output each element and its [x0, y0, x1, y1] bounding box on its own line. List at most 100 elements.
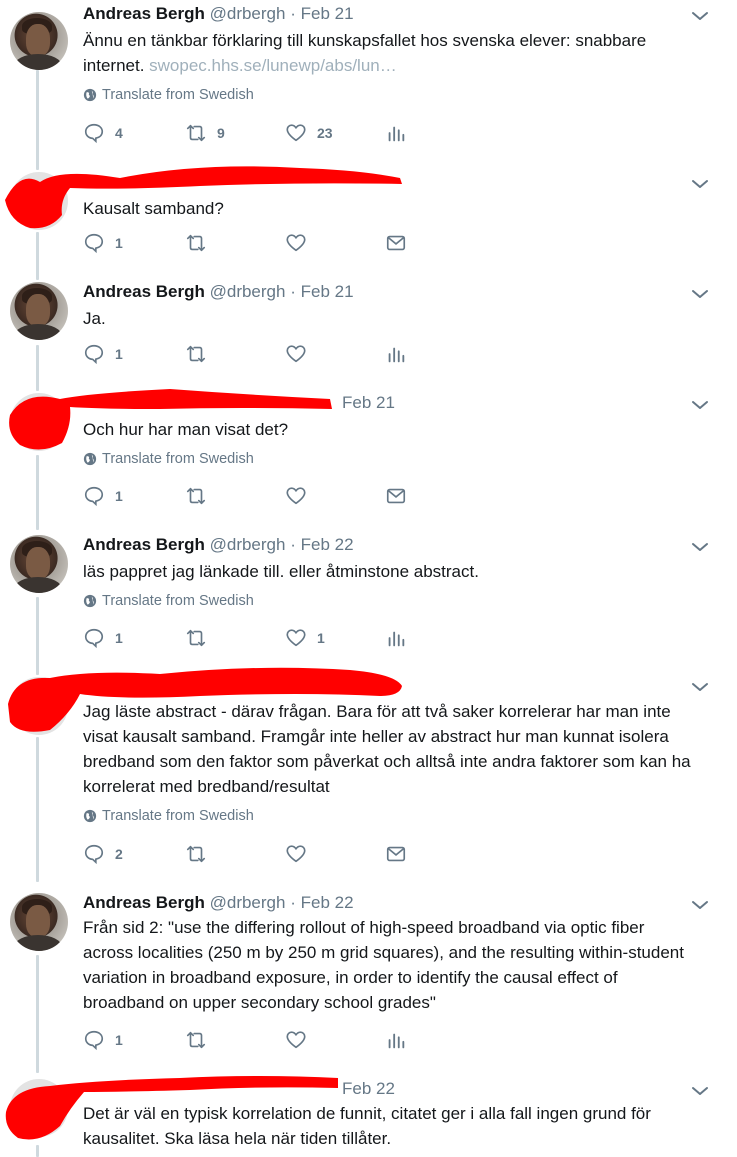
tweet-date[interactable]: Feb 22: [301, 893, 354, 912]
avatar[interactable]: [10, 893, 68, 951]
reply-count: 4: [115, 125, 123, 141]
like-button[interactable]: 1: [285, 627, 325, 649]
reply-button[interactable]: 1: [83, 485, 123, 507]
retweet-icon: [186, 487, 206, 505]
chevron-down-icon[interactable]: [690, 537, 710, 557]
retweet-button[interactable]: [185, 232, 207, 254]
reply-button[interactable]: 4: [83, 122, 123, 144]
direct-message-button[interactable]: [385, 843, 407, 865]
translate-link[interactable]: Translate from Swedish: [83, 451, 254, 467]
separator-dot: ·: [290, 535, 296, 554]
avatar[interactable]: [10, 535, 68, 593]
user-handle[interactable]: @drbergh: [210, 893, 286, 912]
retweet-icon: [186, 124, 206, 142]
heart-icon: [286, 234, 306, 252]
retweet-button[interactable]: [185, 843, 207, 865]
conversation-thread: Andreas Bergh @drbergh · Feb 21 Ännu en …: [0, 0, 737, 1157]
heart-icon: [286, 845, 306, 863]
like-button[interactable]: 23: [285, 122, 333, 144]
display-name[interactable]: Andreas Bergh: [83, 893, 205, 912]
retweet-button[interactable]: [185, 485, 207, 507]
chevron-down-icon[interactable]: [690, 1081, 710, 1101]
reply-button[interactable]: 2: [83, 843, 123, 865]
thread-connector: [36, 345, 39, 391]
envelope-icon: [386, 846, 406, 862]
retweet-icon: [186, 845, 206, 863]
translate-link[interactable]: Translate from Swedish: [83, 87, 254, 103]
user-handle[interactable]: @drbergh: [210, 4, 286, 23]
globe-icon: [83, 452, 97, 466]
tweet-date[interactable]: Feb 21: [301, 4, 354, 23]
like-button[interactable]: [285, 485, 307, 507]
analytics-button[interactable]: [385, 343, 407, 365]
direct-message-button[interactable]: [385, 232, 407, 254]
reply-icon: [84, 233, 104, 254]
tweet-date[interactable]: Feb 21: [301, 282, 354, 301]
tweet-header: Andreas Bergh @drbergh · Feb 22: [83, 535, 354, 555]
tweet-link[interactable]: swopec.hhs.se/lunewp/abs/lun…: [149, 56, 397, 75]
user-handle[interactable]: @drbergh: [210, 282, 286, 301]
display-name[interactable]: Andreas Bergh: [83, 4, 205, 23]
tweet-text: Det är väl en typisk korrelation de funn…: [83, 1104, 651, 1148]
reply-button[interactable]: 1: [83, 232, 123, 254]
like-button[interactable]: [285, 232, 307, 254]
display-name[interactable]: Andreas Bergh: [83, 282, 205, 301]
like-button[interactable]: [285, 343, 307, 365]
tweet-header: Andreas Bergh @drbergh · Feb 22: [83, 893, 354, 913]
retweet-button[interactable]: [185, 627, 207, 649]
avatar[interactable]: [10, 282, 68, 340]
analytics-button[interactable]: [385, 1029, 407, 1051]
tweet-date[interactable]: Feb 22: [342, 1079, 395, 1098]
envelope-icon: [386, 235, 406, 251]
tweet-header: Andreas Bergh @drbergh · Feb 21: [83, 4, 354, 24]
translate-link[interactable]: Translate from Swedish: [83, 808, 254, 824]
thread-connector: [36, 737, 39, 882]
display-name[interactable]: Andreas Bergh: [83, 535, 205, 554]
reply-icon: [84, 628, 104, 649]
avatar[interactable]: [10, 12, 68, 70]
avatar[interactable]: [10, 393, 68, 451]
retweet-button[interactable]: [185, 343, 207, 365]
tweet-actions: 1: [83, 232, 413, 258]
chevron-down-icon[interactable]: [690, 395, 710, 415]
analytics-icon: [388, 631, 405, 647]
reply-count: 1: [115, 488, 123, 504]
heart-icon: [286, 345, 306, 363]
chevron-down-icon[interactable]: [690, 6, 710, 26]
reply-button[interactable]: 1: [83, 343, 123, 365]
chevron-down-icon[interactable]: [690, 174, 710, 194]
chevron-down-icon[interactable]: [690, 677, 710, 697]
heart-icon: [286, 487, 306, 505]
chevron-down-icon[interactable]: [690, 895, 710, 915]
tweet-text: Från sid 2: "use the differing rollout o…: [83, 918, 684, 1012]
user-handle[interactable]: @drbergh: [210, 535, 286, 554]
avatar[interactable]: [10, 677, 68, 735]
tweet-text: läs pappret jag länkade till. eller åtmi…: [83, 562, 479, 581]
heart-icon: [286, 124, 306, 142]
chevron-down-icon[interactable]: [690, 284, 710, 304]
reply-button[interactable]: 1: [83, 627, 123, 649]
tweet-date[interactable]: Feb 21: [342, 393, 395, 412]
globe-icon: [83, 594, 97, 608]
separator-dot: ·: [290, 893, 296, 912]
retweet-button[interactable]: 9: [185, 122, 225, 144]
analytics-button[interactable]: [385, 122, 407, 144]
reply-icon: [84, 844, 104, 865]
thread-connector: [36, 1145, 39, 1157]
avatar[interactable]: [10, 1079, 68, 1137]
tweet-date[interactable]: Feb 22: [301, 535, 354, 554]
retweet-count: 9: [217, 125, 225, 141]
like-button[interactable]: [285, 843, 307, 865]
analytics-icon: [388, 347, 405, 363]
analytics-button[interactable]: [385, 627, 407, 649]
direct-message-button[interactable]: [385, 485, 407, 507]
tweet-actions: 1: [83, 343, 413, 369]
translate-link[interactable]: Translate from Swedish: [83, 593, 254, 609]
retweet-button[interactable]: [185, 1029, 207, 1051]
reply-button[interactable]: 1: [83, 1029, 123, 1051]
avatar[interactable]: [10, 172, 68, 230]
like-button[interactable]: [285, 1029, 307, 1051]
retweet-icon: [186, 1031, 206, 1049]
globe-icon: [83, 88, 97, 102]
tweet-text: Jag läste abstract - därav frågan. Bara …: [83, 702, 691, 796]
